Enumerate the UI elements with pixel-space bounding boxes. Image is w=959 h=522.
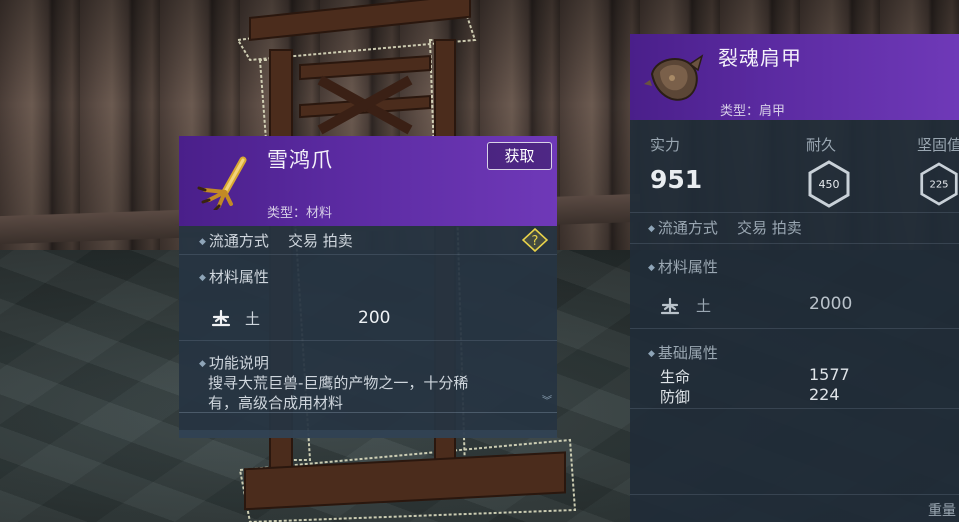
tooltip-header: 雪鸿爪 类型：材料 获取 — [179, 136, 557, 226]
hardness-hex-icon: 225 — [920, 162, 958, 206]
help-icon[interactable]: ? — [522, 228, 548, 252]
circulation-row: ◆ 流通方式 交易 拍卖 — [630, 212, 959, 244]
durability-stat: 耐久 — [806, 136, 837, 154]
scroll-down-icon[interactable]: ︾ — [542, 392, 552, 407]
earth-element-icon — [660, 297, 680, 315]
durability-hex-icon: 450 — [808, 160, 850, 208]
svg-text:450: 450 — [819, 178, 840, 191]
material-attributes-section: ◆ 材料属性 土 200 — [179, 254, 557, 341]
svg-text:225: 225 — [929, 180, 948, 191]
power-value: 951 — [650, 165, 703, 194]
item-tooltip-soul-shoulder: 裂魂肩甲 类型：肩甲 实力 951 耐久 450 坚固值 225 ◆ 流通方式 交… — [630, 34, 959, 522]
item-name: 裂魂肩甲 — [718, 46, 802, 70]
function-description-section: ◆ 功能说明 搜寻大荒巨兽-巨鹰的产物之一，十分稀 有，高级合成用材料 ︾ — [199, 354, 552, 412]
bird-claw-icon — [197, 156, 247, 210]
element-value: 200 — [358, 308, 391, 328]
item-name: 雪鸿爪 — [267, 148, 333, 172]
circulation-row: ◆ 流通方式 交易 拍卖 ? — [179, 226, 557, 255]
item-type: 类型：材料 — [267, 206, 333, 221]
element-name: 土 — [696, 297, 712, 315]
weight-label: 重量 — [928, 503, 956, 519]
hardness-stat: 坚固值 — [917, 136, 959, 154]
shoulder-armor-icon — [644, 54, 704, 101]
item-type: 类型：肩甲 — [720, 104, 786, 119]
element-name: 土 — [245, 310, 261, 328]
item-tooltip-snow-claw: 雪鸿爪 类型：材料 获取 ◆ 流通方式 交易 拍卖 ? ◆ 材料属性 土 200 ◆… — [179, 136, 557, 438]
tooltip-header: 裂魂肩甲 类型：肩甲 — [630, 34, 959, 120]
element-value: 2000 — [809, 294, 853, 314]
material-attributes-section: ◆ 材料属性 土 2000 — [630, 242, 959, 329]
item-description: 搜寻大荒巨兽-巨鹰的产物之一，十分稀 有，高级合成用材料 — [208, 374, 469, 412]
earth-element-icon — [211, 309, 231, 327]
diamond-bullet-icon: ◆ — [199, 237, 206, 247]
obtain-button[interactable]: 获取 — [487, 142, 552, 170]
base-attributes-section: ◆ 基础属性 生命 1577 防御 224 — [630, 328, 959, 409]
tooltip-footer — [179, 430, 557, 438]
power-stat: 实力 951 — [650, 136, 703, 194]
svg-text:?: ? — [532, 234, 539, 249]
